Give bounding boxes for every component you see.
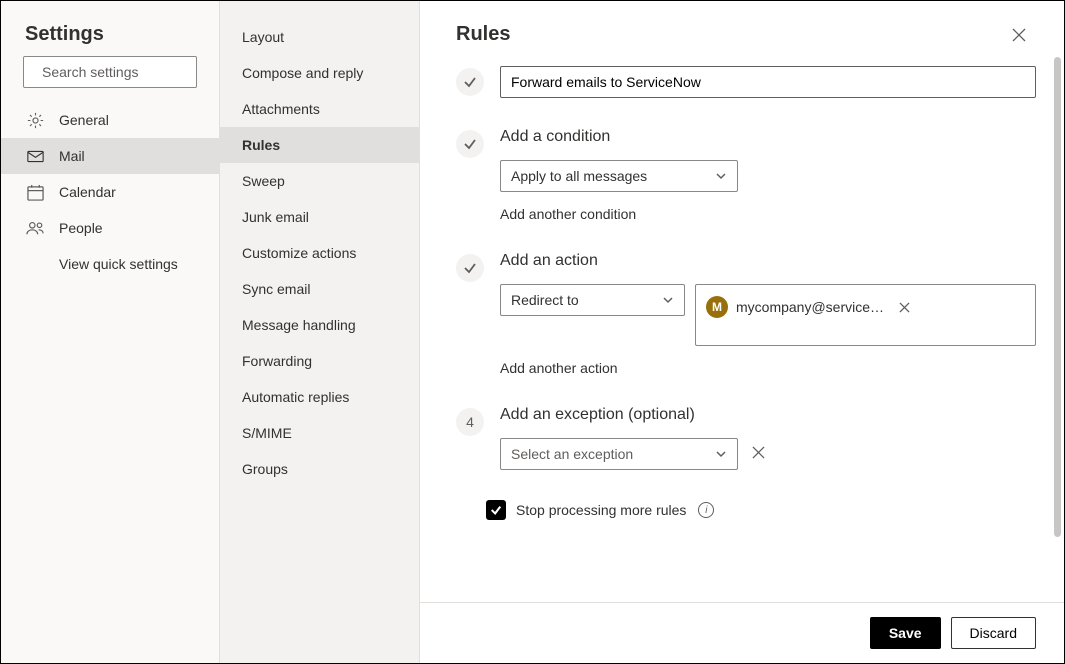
step3-check-icon (456, 254, 484, 282)
gear-icon (25, 110, 45, 130)
subnav-sync[interactable]: Sync email (220, 271, 419, 307)
subnav-customize[interactable]: Customize actions (220, 235, 419, 271)
category-label: Mail (59, 148, 85, 164)
subnav-sweep[interactable]: Sweep (220, 163, 419, 199)
subnav-rules[interactable]: Rules (220, 127, 419, 163)
close-icon (1012, 28, 1026, 42)
subnav-forwarding[interactable]: Forwarding (220, 343, 419, 379)
action-value: Redirect to (511, 292, 579, 308)
category-label: People (59, 220, 103, 236)
subnav-autoreply[interactable]: Automatic replies (220, 379, 419, 415)
subnav-layout[interactable]: Layout (220, 19, 419, 55)
category-calendar[interactable]: Calendar (1, 174, 219, 210)
step2-check-icon (456, 130, 484, 158)
mail-icon (25, 146, 45, 166)
exception-header: Add an exception (optional) (500, 406, 1036, 424)
settings-title: Settings (1, 1, 219, 56)
category-general[interactable]: General (1, 102, 219, 138)
search-settings-input[interactable] (42, 64, 223, 80)
subnav-smime[interactable]: S/MIME (220, 415, 419, 451)
rules-panel: Rules Add a condition (420, 1, 1064, 663)
scrollbar-thumb[interactable] (1054, 57, 1061, 537)
close-button[interactable] (1010, 26, 1028, 44)
stop-processing-label: Stop processing more rules (516, 502, 686, 518)
condition-header: Add a condition (500, 128, 1036, 146)
subnav-groups[interactable]: Groups (220, 451, 419, 487)
category-label: Calendar (59, 184, 116, 200)
recipient-avatar: M (706, 296, 728, 318)
calendar-icon (25, 182, 45, 202)
category-mail[interactable]: Mail (1, 138, 219, 174)
recipient-input-box[interactable]: M mycompany@service-now.c… (695, 284, 1036, 346)
close-icon (899, 302, 910, 313)
remove-exception-button[interactable] (752, 446, 765, 462)
info-icon[interactable]: i (698, 502, 714, 518)
rule-name-input[interactable] (500, 66, 1036, 98)
action-header: Add an action (500, 252, 1036, 270)
category-people[interactable]: People (1, 210, 219, 246)
stop-processing-checkbox[interactable] (486, 500, 506, 520)
recipient-email: mycompany@service-now.c… (736, 299, 886, 315)
people-icon (25, 218, 45, 238)
add-action-link[interactable]: Add another action (500, 360, 1036, 376)
save-button[interactable]: Save (870, 617, 941, 649)
subnav-msghandling[interactable]: Message handling (220, 307, 419, 343)
step1-check-icon (456, 68, 484, 96)
discard-button[interactable]: Discard (951, 617, 1036, 649)
search-settings-box[interactable] (23, 56, 197, 88)
recipient-pill: M mycompany@service-now.c… (704, 293, 918, 321)
chevron-down-icon (715, 448, 727, 460)
step4-number: 4 (456, 408, 484, 436)
quick-settings-label: View quick settings (59, 256, 178, 272)
view-quick-settings[interactable]: View quick settings (1, 246, 219, 282)
add-condition-link[interactable]: Add another condition (500, 206, 1036, 222)
subnav-junk[interactable]: Junk email (220, 199, 419, 235)
subnav-compose[interactable]: Compose and reply (220, 55, 419, 91)
chevron-down-icon (715, 170, 727, 182)
exception-placeholder: Select an exception (511, 446, 633, 462)
condition-dropdown[interactable]: Apply to all messages (500, 160, 738, 192)
action-dropdown[interactable]: Redirect to (500, 284, 685, 316)
category-label: General (59, 112, 109, 128)
mail-subnav: Layout Compose and reply Attachments Rul… (220, 1, 420, 663)
condition-value: Apply to all messages (511, 168, 647, 184)
subnav-attachments[interactable]: Attachments (220, 91, 419, 127)
exception-dropdown[interactable]: Select an exception (500, 438, 738, 470)
remove-recipient-button[interactable] (896, 299, 912, 315)
close-icon (752, 446, 765, 459)
settings-sidebar: Settings General Mail (1, 1, 220, 663)
page-title: Rules (456, 23, 510, 46)
chevron-down-icon (662, 294, 674, 306)
